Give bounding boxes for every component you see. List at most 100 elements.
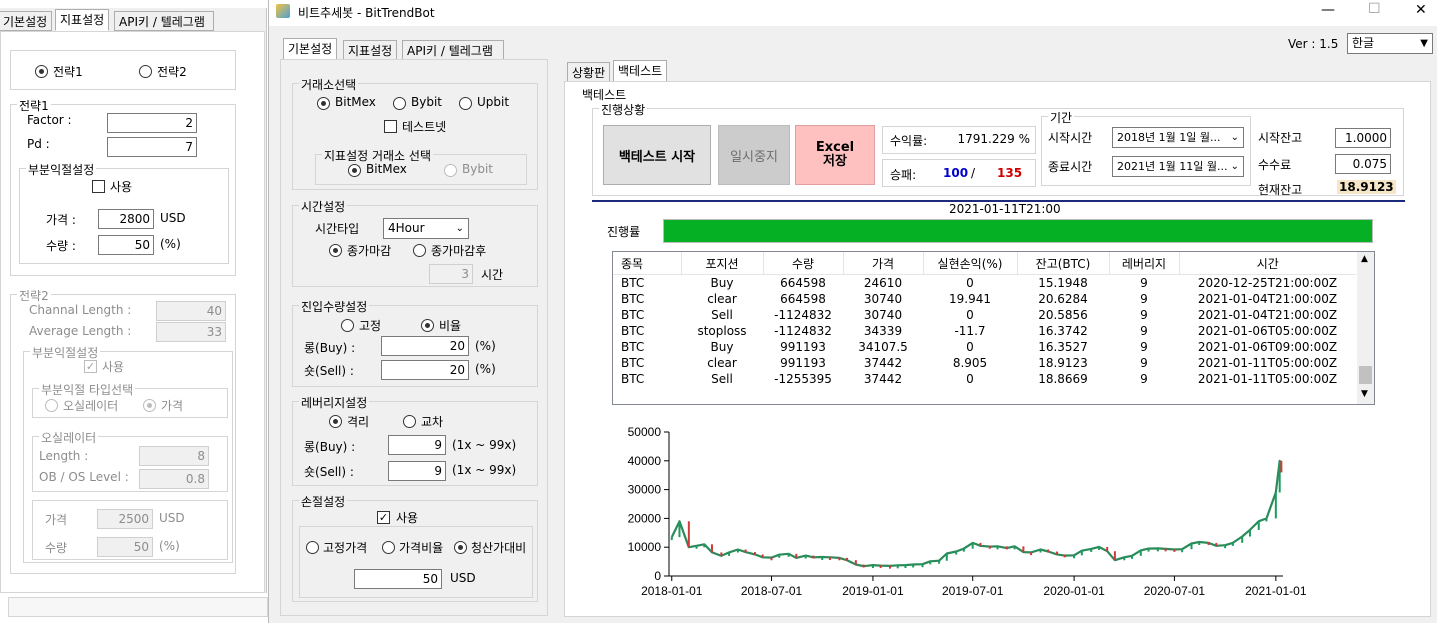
bg-partial-use-checkbox[interactable] (92, 180, 105, 193)
entry-long-input[interactable]: 20 (381, 336, 469, 356)
entry-ratio-radio[interactable] (421, 319, 434, 332)
pause-button[interactable]: 일시중지 (718, 125, 790, 185)
stoploss-fixed-radio[interactable] (306, 541, 319, 554)
tab-indicator-settings[interactable]: 지표설정 (343, 40, 398, 60)
col-symbol[interactable]: 종목 (613, 252, 682, 275)
bg-factor-label: Factor : (27, 113, 72, 127)
ind-exchange-bybit-radio[interactable] (444, 164, 457, 177)
table-row[interactable]: BTC Buy 991193 34107.5 0 16.3527 9 2021-01-06T0… (613, 339, 1356, 355)
time-type-select[interactable]: 4Hour ⌄ (383, 218, 469, 239)
leverage-isolated-radio[interactable] (329, 415, 342, 428)
table-cell: 9 (1140, 292, 1148, 306)
col-pnl[interactable]: 실현손익(%) (923, 252, 1018, 275)
entry-long-unit: (%) (475, 339, 496, 353)
price-point (1265, 518, 1268, 522)
bg-s2-length-input[interactable]: 8 (139, 446, 209, 466)
bg-s2-use-checkbox[interactable]: ✓ (84, 360, 97, 373)
bg-partial-price-input[interactable]: 2800 (98, 209, 154, 229)
table-cell: 30740 (863, 292, 903, 306)
tab-api-telegram[interactable]: API키 / 텔레그램 (402, 40, 504, 60)
close-radio[interactable] (329, 244, 342, 257)
leverage-long-input[interactable]: 9 (388, 435, 446, 455)
price-point (787, 553, 790, 557)
stoploss-use-checkbox[interactable]: ✓ (377, 511, 390, 524)
chevron-down-icon: ▼ (1420, 38, 1428, 49)
bg-factor-input[interactable]: 2 (107, 113, 197, 133)
bg-strategy2-radio[interactable] (139, 65, 152, 78)
start-backtest-button[interactable]: 백테스트 시작 (603, 125, 711, 185)
table-row[interactable]: BTC Sell -1124832 30740 0 20.5856 9 2021-01-04T… (613, 307, 1356, 323)
bg-tab-api[interactable]: API키 / 텔레그램 (114, 11, 214, 31)
fee-input[interactable]: 0.075 (1335, 154, 1391, 174)
bg-partial-qty-input[interactable]: 50 (98, 235, 154, 255)
progress-label: 진행률 (607, 225, 641, 239)
end-time-label: 종료시간 (1048, 160, 1093, 174)
bg-s2-price-input[interactable]: 2500 (97, 509, 153, 529)
table-cell: 18.9123 (1038, 356, 1088, 370)
tab-dashboard[interactable]: 상황판 (567, 62, 611, 82)
col-qty[interactable]: 수량 (763, 252, 844, 275)
bg-s2-qty-unit: (%) (159, 539, 180, 553)
exchange-upbit-radio[interactable] (459, 97, 472, 110)
start-balance-input[interactable]: 1.0000 (1335, 128, 1391, 148)
after-close-radio[interactable] (413, 244, 426, 257)
table-row[interactable]: BTC Buy 664598 24610 0 15.1948 9 2020-12-25T21:… (613, 275, 1356, 292)
exchange-bitmex-radio[interactable] (317, 97, 330, 110)
bg-avg-input[interactable]: 33 (156, 322, 226, 342)
testnet-checkbox[interactable] (384, 120, 397, 133)
col-time[interactable]: 시간 (1179, 252, 1356, 275)
table-row[interactable]: BTC clear 991193 37442 8.905 18.9123 9 2021-01-… (613, 355, 1356, 371)
price-point (1173, 548, 1176, 552)
stoploss-ratio-radio[interactable] (382, 541, 395, 554)
scroll-up-icon[interactable]: ▲ (1361, 254, 1368, 264)
price-point (1139, 550, 1142, 556)
trades-table[interactable]: 종목 포지션 수량 가격 실현손익(%) 잔고(BTC) 레버리지 시간 BTC… (612, 251, 1375, 405)
table-row[interactable]: BTC clear 664598 30740 19.941 20.6284 9 2021-01… (613, 291, 1356, 307)
bg-s2-obos-input[interactable]: 0.8 (139, 469, 209, 489)
bg-s2-type-osc-radio[interactable] (45, 399, 58, 412)
stoploss-liq-radio[interactable] (454, 541, 467, 554)
col-balance[interactable]: 잔고(BTC) (1017, 252, 1110, 275)
table-scrollbar[interactable]: ▲ ▼ (1357, 252, 1374, 404)
excel-save-button[interactable]: Excel 저장 (795, 125, 875, 185)
bg-strategy-select-group: 전략1 전략2 (10, 50, 236, 90)
progress-bar-fill (664, 220, 1372, 242)
maximize-icon[interactable]: ☐ (1368, 1, 1381, 17)
table-row[interactable]: BTC Sell -1255395 37442 0 18.8669 9 2021-01-11T… (613, 371, 1356, 387)
bg-channel-input[interactable]: 40 (156, 301, 226, 321)
exchange-upbit-label: Upbit (477, 95, 510, 109)
table-row[interactable]: BTC stoploss -1124832 34339 -11.7 16.3742 9 202… (613, 323, 1356, 339)
start-time-picker[interactable]: 2018년 1월 1일 월... ⌄ (1112, 127, 1244, 148)
bg-tab-basic[interactable]: 기본설정 (0, 11, 53, 31)
bg-s2-type-price-radio[interactable] (143, 399, 156, 412)
hours-input[interactable]: 3 (429, 264, 473, 284)
entry-title: 진입수량설정 (299, 298, 370, 315)
price-point (945, 553, 948, 561)
leverage-short-input[interactable]: 9 (388, 461, 446, 481)
time-type-label: 시간타입 (315, 222, 360, 236)
entry-short-label: 숏(Sell) : (304, 364, 354, 378)
close-icon[interactable]: ✕ (1415, 2, 1427, 18)
tab-basic-settings[interactable]: 기본설정 (283, 38, 338, 60)
scrollbar-thumb[interactable] (1359, 366, 1372, 384)
bg-pd-input[interactable]: 7 (107, 137, 197, 157)
price-point (720, 552, 723, 556)
scroll-down-icon[interactable]: ▼ (1361, 389, 1368, 399)
col-leverage[interactable]: 레버리지 (1109, 252, 1180, 275)
bg-s2-qty-input[interactable]: 50 (97, 537, 153, 557)
col-price[interactable]: 가격 (843, 252, 924, 275)
stoploss-value-input[interactable]: 50 (354, 569, 442, 589)
end-time-picker[interactable]: 2021년 1월 11일 월... ⌄ (1112, 156, 1244, 177)
entry-fixed-radio[interactable] (341, 319, 354, 332)
col-position[interactable]: 포지션 (681, 252, 764, 275)
bg-tab-indicator[interactable]: 지표설정 (55, 9, 110, 31)
minimize-icon[interactable]: — (1321, 2, 1335, 18)
tab-backtest[interactable]: 백테스트 (613, 60, 668, 82)
winrate-box: 승패: 100 / 135 (882, 159, 1036, 187)
language-select[interactable]: 한글 ▼ (1347, 33, 1433, 54)
entry-short-input[interactable]: 20 (381, 360, 469, 380)
ind-exchange-bitmex-radio[interactable] (348, 164, 361, 177)
exchange-bybit-radio[interactable] (393, 97, 406, 110)
leverage-cross-radio[interactable] (403, 415, 416, 428)
bg-strategy1-radio[interactable] (35, 65, 48, 78)
